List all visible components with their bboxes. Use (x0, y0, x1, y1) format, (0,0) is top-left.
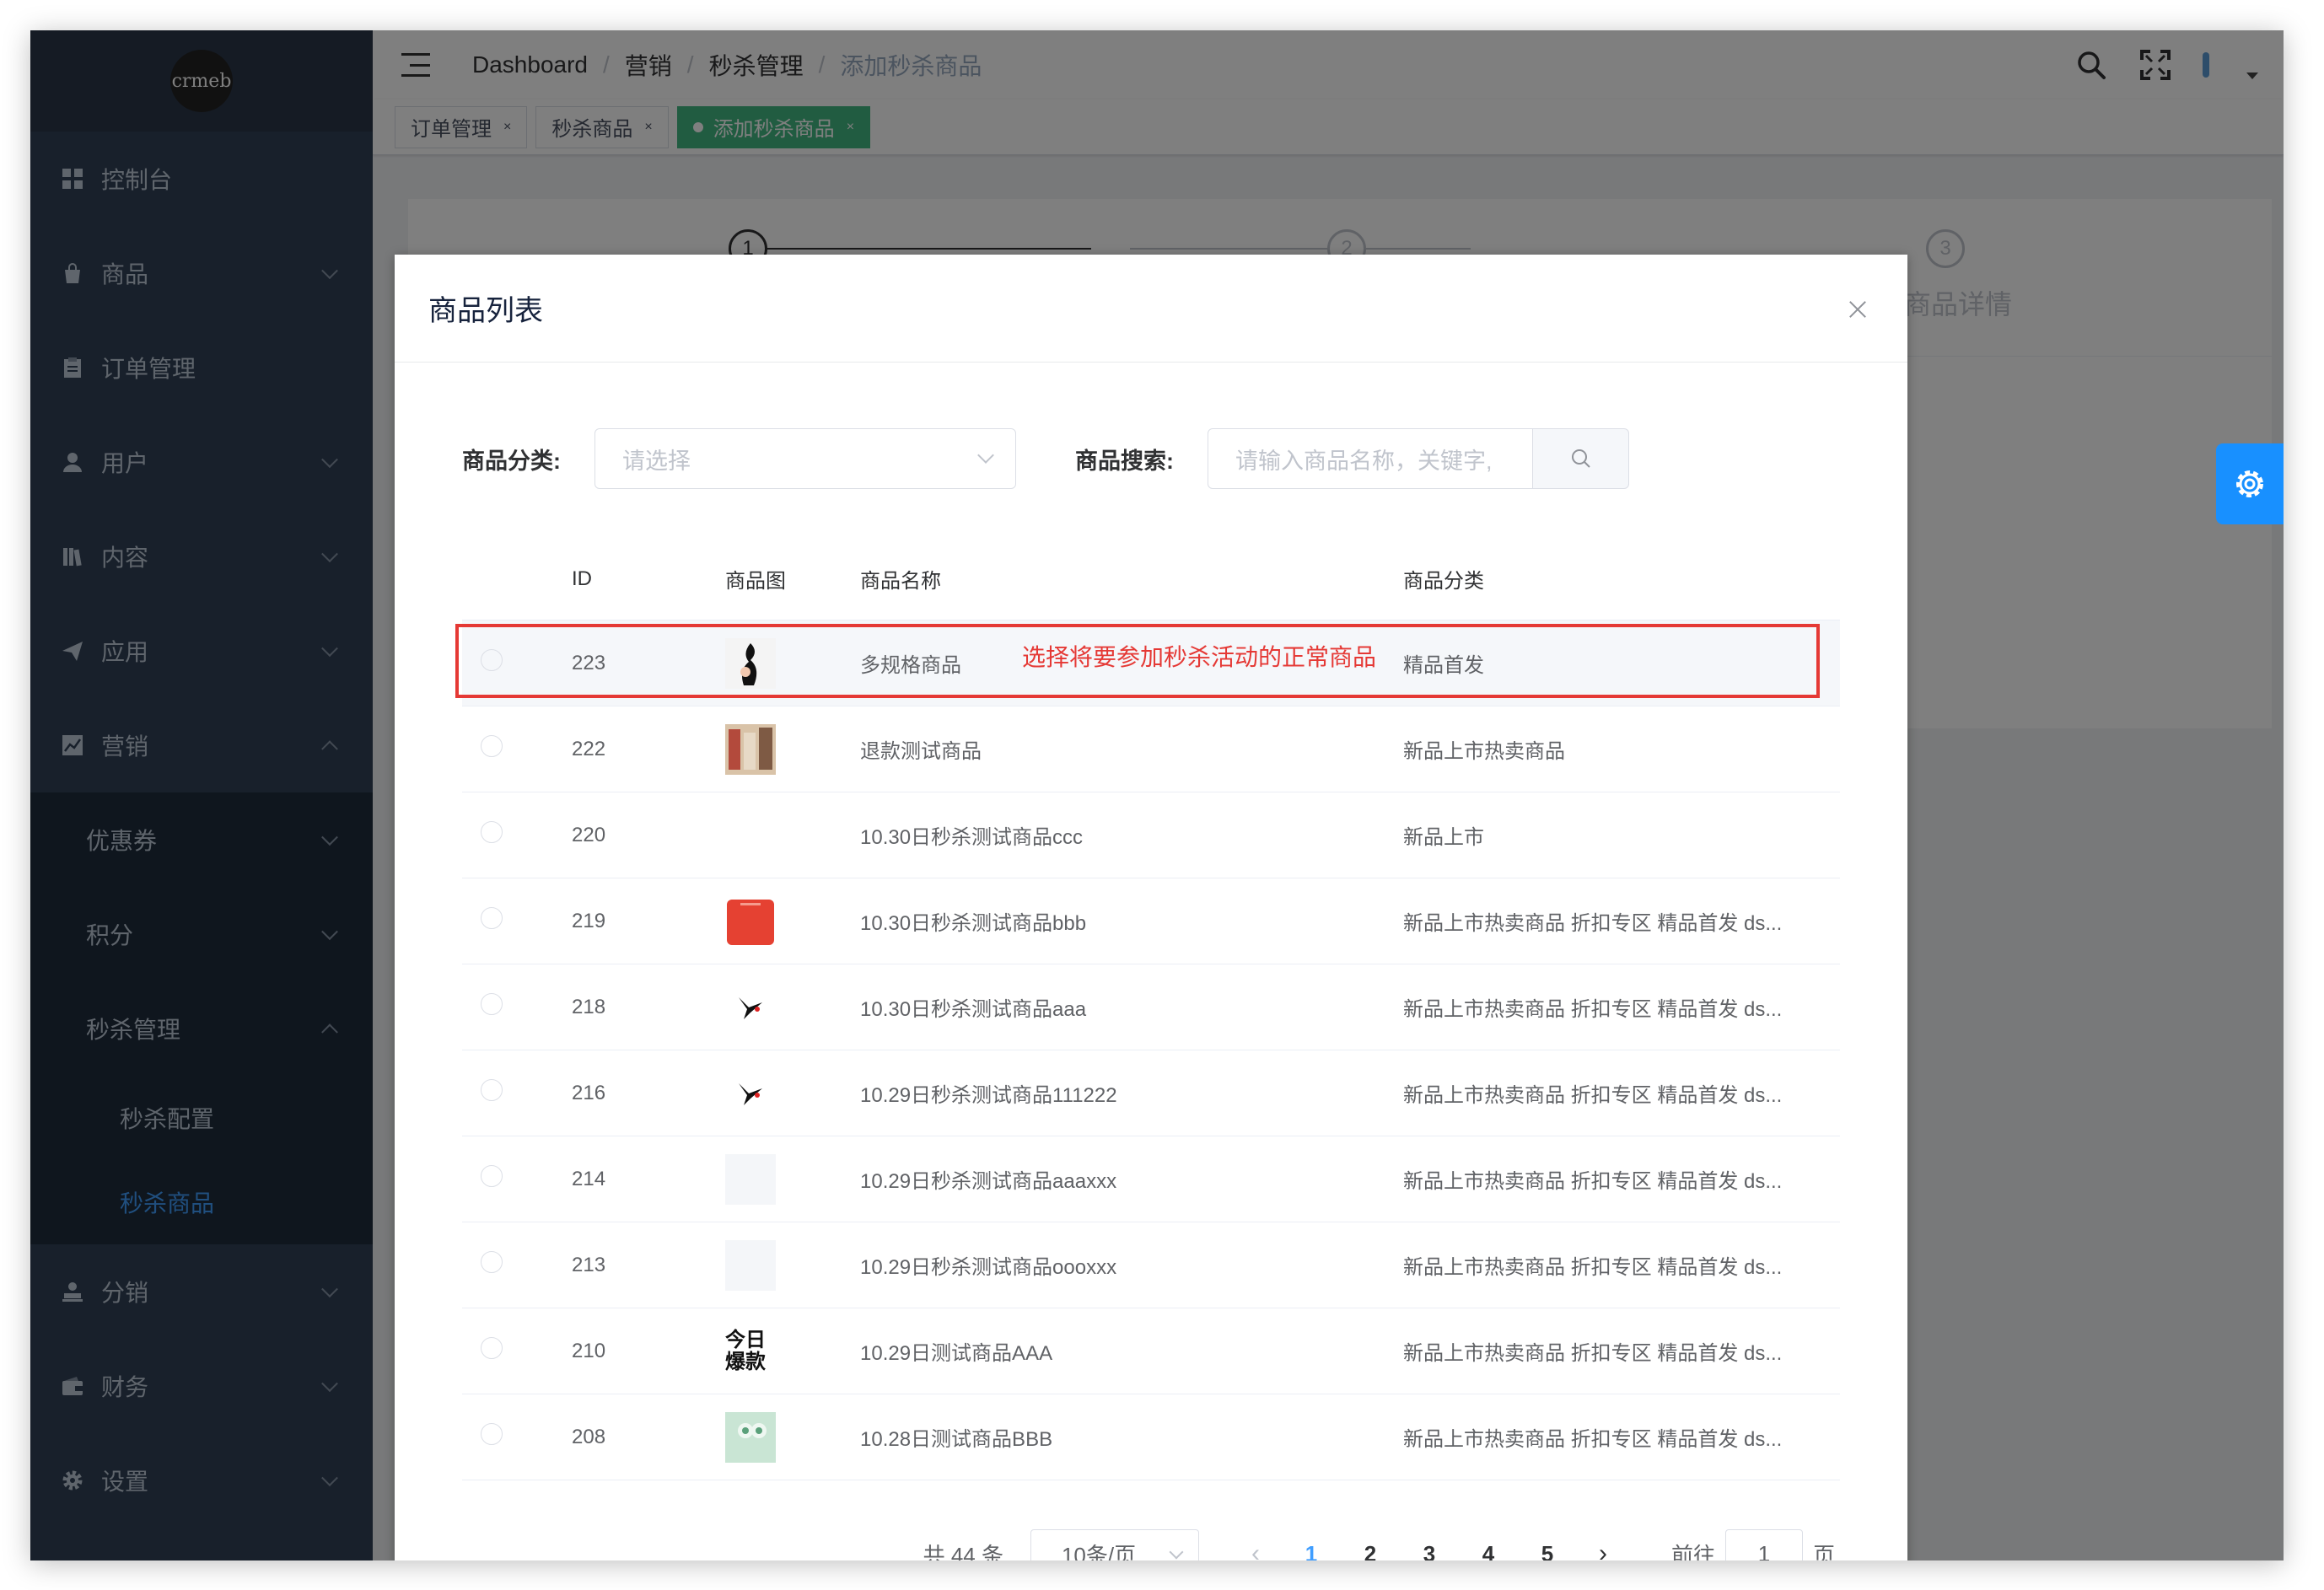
table-row[interactable]: 218 10.30日秒杀测试商品aaa 新品上市热卖商品 折扣专区 精品首发 ds.… (462, 964, 1840, 1050)
product-table: ID 商品图 商品名称 商品分类 223 多规格商品 精品首发 选择将要参加秒杀活动的… (455, 538, 1840, 1480)
row-name: 10.29日秒杀测试商品oooxxx (860, 1256, 1117, 1279)
app-window: 1 2 3 商品详情 crmeb 控制台 商品 (30, 30, 2284, 1560)
page-number[interactable]: 1 (1282, 1541, 1341, 1561)
row-category: 新品上市热卖商品 折扣专区 精品首发 ds... (1403, 998, 1783, 1021)
close-icon[interactable] (1847, 298, 1867, 319)
prev-page-icon[interactable]: ‹ (1235, 1539, 1277, 1560)
chevron-down-icon (977, 447, 994, 464)
row-radio[interactable] (481, 1337, 503, 1359)
col-id: ID (572, 567, 592, 590)
row-radio[interactable] (481, 821, 503, 843)
search-group: 请输入商品名称，关键字, (1208, 428, 1629, 489)
page-size-select[interactable]: 10条/页 (1030, 1529, 1199, 1560)
row-id: 214 (572, 1167, 606, 1190)
table-header: ID 商品图 商品名称 商品分类 (462, 538, 1840, 620)
row-category: 新品上市热卖商品 折扣专区 精品首发 ds... (1403, 1342, 1783, 1365)
row-name: 10.30日秒杀测试商品ccc (860, 826, 1084, 849)
row-name: 退款测试商品 (860, 740, 982, 763)
row-id: 220 (572, 823, 606, 846)
table-row[interactable]: 220 10.30日秒杀测试商品ccc 新品上市 (462, 792, 1840, 878)
table-row[interactable]: 223 多规格商品 精品首发 选择将要参加秒杀活动的正常商品 (455, 620, 1840, 706)
search-icon (1571, 449, 1590, 468)
row-radio[interactable] (481, 735, 503, 757)
table-row[interactable]: 219 10.30日秒杀测试商品bbb 新品上市热卖商品 折扣专区 精品首发 ds.… (462, 878, 1840, 964)
product-thumbnail (725, 637, 776, 689)
category-label: 商品分类: (462, 448, 561, 474)
row-radio[interactable] (481, 993, 503, 1015)
table-row[interactable]: 222 退款测试商品 新品上市热卖商品 (462, 706, 1840, 792)
page-number[interactable]: 3 (1400, 1541, 1459, 1561)
row-category: 精品首发 (1403, 654, 1484, 677)
row-radio[interactable] (481, 1079, 503, 1101)
product-thumbnail (725, 1411, 776, 1463)
row-name: 10.29日秒杀测试商品111222 (860, 1084, 1117, 1107)
settings-float-button[interactable] (2216, 443, 2284, 524)
row-id: 216 (572, 1081, 606, 1104)
row-name: 10.28日测试商品BBB (860, 1428, 1053, 1451)
row-id: 218 (572, 995, 606, 1018)
goto-label: 前往 (1670, 1542, 1715, 1561)
row-category: 新品上市热卖商品 折扣专区 精品首发 ds... (1403, 912, 1783, 935)
search-input[interactable]: 请输入商品名称，关键字, (1208, 428, 1533, 489)
product-thumbnail (725, 981, 776, 1033)
filter-bar: 商品分类: 请选择 商品搜索: 请输入商品名称，关键字, (462, 428, 1907, 489)
row-category: 新品上市热卖商品 折扣专区 精品首发 ds... (1403, 1084, 1783, 1107)
row-id: 213 (572, 1253, 606, 1276)
chevron-down-icon (1169, 1544, 1184, 1560)
product-thumbnail (725, 1153, 776, 1205)
row-radio[interactable] (481, 649, 503, 671)
row-category: 新品上市热卖商品 折扣专区 精品首发 ds... (1403, 1170, 1783, 1193)
page-number[interactable]: 5 (1518, 1541, 1577, 1561)
product-list-dialog: 商品列表 商品分类: 请选择 商品搜索: 请输入商品名称，关键字, ID 商品图 (395, 255, 1907, 1560)
modal-overlay-sidebar[interactable] (30, 30, 373, 1560)
total-count: 共 44 条 (923, 1542, 1003, 1561)
dialog-header: 商品列表 (395, 255, 1907, 363)
product-thumbnail (725, 896, 776, 947)
table-row[interactable]: 214 10.29日秒杀测试商品aaaxxx 新品上市热卖商品 折扣专区 精品首发 … (462, 1136, 1840, 1222)
row-name: 10.29日秒杀测试商品aaaxxx (860, 1170, 1117, 1193)
row-name: 10.30日秒杀测试商品bbb (860, 912, 1087, 935)
product-thumbnail (725, 1239, 776, 1291)
goto-page-input[interactable]: 1 (1724, 1529, 1803, 1560)
search-button[interactable] (1533, 428, 1629, 489)
row-id: 222 (572, 737, 606, 760)
col-category: 商品分类 (1403, 570, 1484, 593)
row-id: 210 (572, 1339, 606, 1362)
annotation-text: 选择将要参加秒杀活动的正常商品 (1022, 644, 1377, 670)
col-image: 商品图 (725, 570, 786, 593)
category-select[interactable]: 请选择 (594, 428, 1016, 489)
product-thumbnail (725, 1067, 776, 1119)
product-thumbnail (725, 723, 776, 775)
row-radio[interactable] (481, 1165, 503, 1187)
row-radio[interactable] (481, 1251, 503, 1273)
row-category: 新品上市热卖商品 (1403, 740, 1565, 763)
dialog-title: 商品列表 (428, 295, 543, 327)
row-name: 10.29日测试商品AAA (860, 1342, 1053, 1365)
gear-icon (2236, 470, 2263, 497)
search-label: 商品搜索: (1075, 448, 1174, 474)
pagination: 共 44 条 10条/页 ‹ 1 2 3 4 5 › 前往 1 页 (395, 1529, 1907, 1560)
table-row[interactable]: 210 今日爆款 10.29日测试商品AAA 新品上市热卖商品 折扣专区 精品首发 d… (462, 1308, 1840, 1394)
page-size-value: 10条/页 (1061, 1542, 1137, 1561)
page-number[interactable]: 4 (1459, 1541, 1518, 1561)
row-name: 10.30日秒杀测试商品aaa (860, 998, 1087, 1021)
table-row[interactable]: 208 10.28日测试商品BBB 新品上市热卖商品 折扣专区 精品首发 ds... (462, 1394, 1840, 1480)
row-radio[interactable] (481, 1423, 503, 1445)
next-page-icon[interactable]: › (1582, 1539, 1624, 1560)
table-row[interactable]: 216 10.29日秒杀测试商品111222 新品上市热卖商品 折扣专区 精品首发 … (462, 1050, 1840, 1136)
product-thumbnail: 今日爆款 (725, 1328, 766, 1373)
category-placeholder: 请选择 (622, 448, 691, 474)
row-category: 新品上市 (1403, 826, 1484, 849)
table-row[interactable]: 213 10.29日秒杀测试商品oooxxx 新品上市热卖商品 折扣专区 精品首发 … (462, 1222, 1840, 1308)
page-suffix: 页 (1812, 1542, 1835, 1561)
row-id: 223 (572, 651, 606, 674)
col-name: 商品名称 (860, 570, 941, 593)
table-body: 223 多规格商品 精品首发 选择将要参加秒杀活动的正常商品 222 退款测试商品 新品上市… (455, 620, 1840, 1480)
row-id: 219 (572, 909, 606, 932)
row-category: 新品上市热卖商品 折扣专区 精品首发 ds... (1403, 1256, 1783, 1279)
page-number[interactable]: 2 (1341, 1541, 1400, 1561)
row-radio[interactable] (481, 907, 503, 929)
row-category: 新品上市热卖商品 折扣专区 精品首发 ds... (1403, 1428, 1783, 1451)
row-id: 208 (572, 1425, 606, 1448)
